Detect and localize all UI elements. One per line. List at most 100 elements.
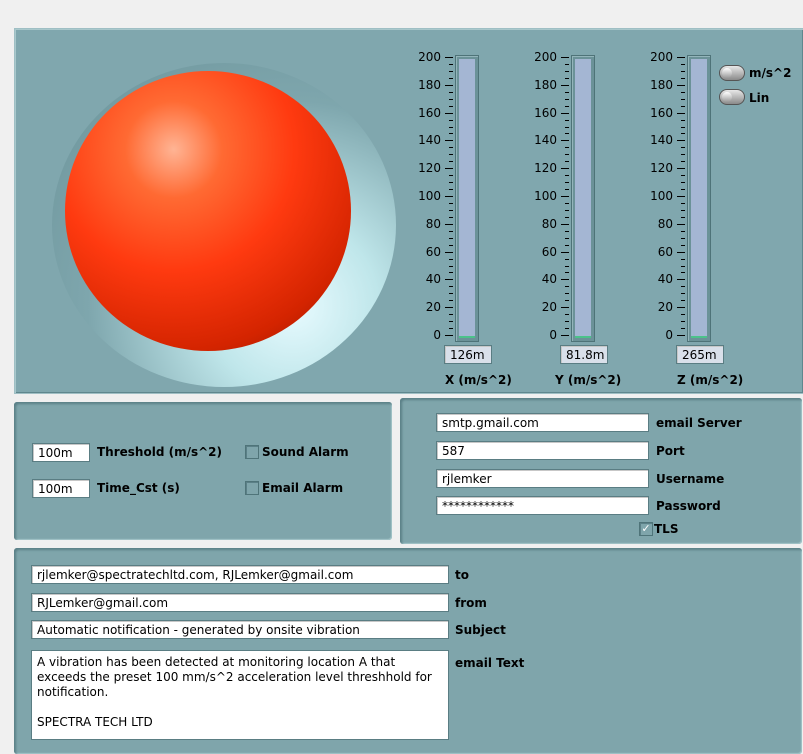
gauge-minor-tick (565, 230, 569, 232)
gauge-tick-mark (445, 223, 453, 225)
gauge-x-level (459, 336, 475, 338)
email-server-input[interactable]: smtp.gmail.com (436, 413, 649, 432)
gauge-tick-mark (677, 335, 685, 336)
time-constant-input[interactable]: 100m (32, 479, 90, 498)
gauge-minor-tick (681, 321, 685, 323)
gauge-y-level (575, 336, 591, 338)
gauge-tick-label: 200 (418, 50, 441, 64)
gauge-minor-tick (565, 244, 569, 246)
gauge-tick-label: 20 (541, 300, 557, 315)
to-input[interactable]: rjlemker@spectratechltd.com, RJLemker@gm… (31, 565, 449, 584)
gauge-minor-tick (565, 300, 569, 302)
gauge-minor-tick (681, 272, 685, 274)
gauge-minor-tick (449, 258, 453, 260)
gauge-minor-tick (565, 209, 569, 211)
gauge-tick-label: 100 (534, 189, 557, 203)
gauge-minor-tick (449, 286, 453, 288)
gauge-tick-label: 180 (534, 77, 557, 92)
gauge-minor-tick (681, 175, 685, 177)
gauge-tick-mark (445, 84, 453, 86)
gauge-minor-tick (449, 293, 453, 295)
gauge-minor-tick (449, 300, 453, 302)
gauge-minor-tick (681, 133, 685, 135)
gauge-tick-mark (561, 168, 569, 170)
scale-toggle-label: Lin (749, 91, 770, 105)
sound-alarm-checkbox[interactable] (245, 445, 259, 459)
gauge-tick-mark (445, 196, 453, 197)
gauge-minor-tick (565, 154, 569, 156)
threshold-input[interactable]: 100m (32, 443, 90, 462)
gauge-tick-mark (445, 112, 453, 114)
gauge-tick-label: 40 (657, 272, 673, 287)
gauge-minor-tick (449, 126, 453, 128)
gauge-tick-mark (561, 84, 569, 86)
gauge-tick-mark (677, 57, 685, 58)
gauge-minor-tick (681, 216, 685, 218)
gauge-z-bar (687, 55, 711, 342)
gauge-tick-label: 60 (657, 244, 673, 259)
gauge-tick-mark (677, 307, 685, 309)
email-text-area[interactable]: A vibration has been detected at monitor… (31, 650, 449, 740)
gauge-x-bar (455, 55, 479, 342)
password-input[interactable]: ************ (436, 496, 649, 515)
gauge-tick-label: 60 (541, 244, 557, 259)
gauge-minor-tick (565, 258, 569, 260)
gauge-tick-mark (445, 307, 453, 309)
email-text-line: exceeds the preset 100 mm/s^2 accelerati… (37, 670, 432, 684)
scale-toggle[interactable] (719, 89, 745, 105)
gauge-minor-tick (681, 63, 685, 65)
gauge-minor-tick (449, 77, 453, 79)
from-input[interactable]: RJLemker@gmail.com (31, 593, 449, 612)
gauge-tick-mark (445, 279, 453, 281)
gauge-tick-mark (445, 57, 453, 58)
email-alarm-checkbox[interactable] (245, 481, 259, 495)
gauge-minor-tick (449, 70, 453, 72)
gauge-minor-tick (565, 91, 569, 93)
gauge-tick-mark (677, 140, 685, 142)
username-label: Username (656, 472, 725, 486)
gauge-tick-label: 160 (418, 105, 441, 120)
gauge-tick-label: 80 (425, 216, 441, 231)
gauge-minor-tick (449, 182, 453, 184)
gauge-tick-label: 0 (665, 328, 673, 342)
gauge-tick-label: 180 (650, 77, 673, 92)
tls-checkbox[interactable]: ✓ (639, 522, 653, 536)
time-constant-label: Time_Cst (s) (97, 481, 180, 495)
gauge-tick-mark (677, 223, 685, 225)
gauge-minor-tick (449, 147, 453, 149)
gauge-tick-mark (561, 251, 569, 253)
email-text-line: SPECTRA TECH LTD (37, 715, 153, 729)
port-input[interactable]: 587 (436, 441, 649, 460)
gauge-minor-tick (681, 161, 685, 163)
gauge-tick-mark (677, 84, 685, 86)
gauge-minor-tick (565, 133, 569, 135)
gauge-tick-mark (677, 168, 685, 170)
gauge-minor-tick (565, 321, 569, 323)
gauge-tick-mark (561, 307, 569, 309)
gauge-tick-label: 100 (418, 189, 441, 203)
gauge-minor-tick (681, 265, 685, 267)
gauge-z-label: Z (m/s^2) (677, 373, 744, 387)
gauge-minor-tick (565, 265, 569, 267)
gauge-minor-tick (449, 119, 453, 121)
username-input[interactable]: rjlemker (436, 469, 649, 488)
gauge-minor-tick (681, 154, 685, 156)
unit-toggle[interactable] (719, 65, 745, 81)
gauge-minor-tick (681, 202, 685, 204)
tls-label: TLS (654, 522, 679, 536)
unit-toggle-label: m/s^2 (749, 66, 792, 80)
gauge-tick-mark (561, 223, 569, 225)
gauge-minor-tick (449, 202, 453, 204)
gauge-tick-label: 40 (425, 272, 441, 287)
gauge-minor-tick (565, 286, 569, 288)
email-text-line: A vibration has been detected at monitor… (37, 655, 396, 669)
gauge-y-readout: 81.8m (560, 345, 608, 364)
gauge-minor-tick (565, 119, 569, 121)
gauge-minor-tick (449, 328, 453, 330)
subject-input[interactable]: Automatic notification - generated by on… (31, 620, 449, 639)
gauge-minor-tick (681, 286, 685, 288)
to-label: to (455, 568, 469, 582)
gauge-y-ticks: 200 180 160 140 120 100 80 60 40 20 0 (533, 50, 573, 373)
gauge-tick-label: 120 (650, 161, 673, 176)
gauge-tick-mark (561, 140, 569, 142)
